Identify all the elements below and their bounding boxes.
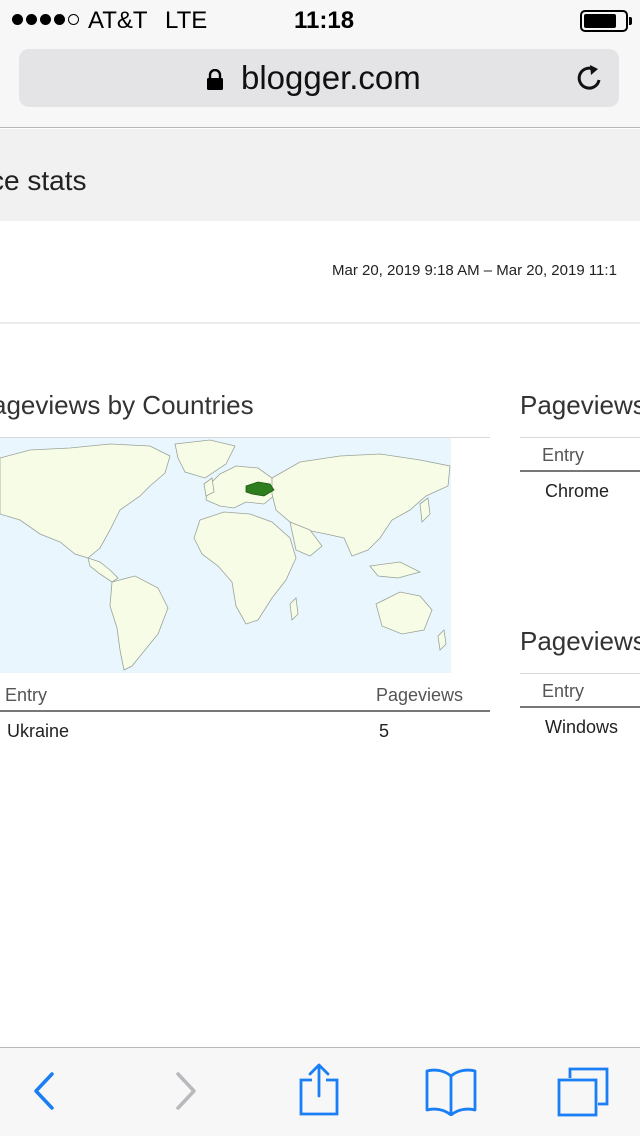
os-title-rule: [520, 673, 640, 674]
tabs-icon[interactable]: [556, 1066, 610, 1118]
back-icon[interactable]: [30, 1068, 60, 1114]
signal-strength-icon: [12, 14, 79, 25]
os-header-rule: [520, 706, 640, 708]
address-field[interactable]: blogger.com: [19, 49, 619, 107]
map-indonesia: [369, 561, 422, 579]
countries-section-title: ageviews by Countries: [0, 390, 254, 420]
world-map-graphic: [0, 439, 451, 671]
map-japan: [419, 497, 431, 523]
browsers-title-rule: [520, 437, 640, 438]
page-title: ce stats: [0, 165, 87, 196]
section-divider: [0, 322, 640, 324]
map-south-america: [109, 575, 169, 671]
battery-icon: [580, 10, 628, 32]
browsers-section-title: Pageviews: [520, 390, 640, 420]
status-bar: AT&T LTE 11:18: [0, 0, 640, 40]
share-icon[interactable]: [298, 1062, 340, 1118]
reload-icon[interactable]: [575, 62, 605, 94]
carrier-label: AT&T: [88, 7, 148, 34]
map-madagascar: [289, 597, 299, 621]
map-new-zealand: [437, 629, 447, 651]
browsers-header-rule: [520, 470, 640, 472]
os-row-entry: Windows: [545, 717, 619, 737]
map-australia: [375, 591, 433, 635]
world-map[interactable]: [0, 438, 451, 673]
browsers-column-entry[interactable]: Entry: [542, 445, 584, 466]
clock: 11:18: [294, 7, 355, 34]
page-header: ce stats: [0, 129, 640, 221]
lock-icon: [207, 69, 223, 90]
address-bar-area: blogger.com: [0, 40, 640, 128]
url-domain: blogger.com: [241, 59, 421, 96]
countries-header-rule: [0, 710, 490, 712]
map-central-america: [87, 557, 119, 583]
network-label: LTE: [165, 7, 208, 34]
browsers-row-entry: Chrome: [545, 481, 610, 501]
battery-tip: [629, 17, 632, 25]
countries-column-pageviews[interactable]: Pageviews: [376, 685, 463, 706]
map-africa: [193, 511, 297, 625]
forward-icon[interactable]: [170, 1068, 200, 1114]
date-range[interactable]: Mar 20, 2019 9:18 AM – Mar 20, 2019 11:1: [332, 262, 617, 279]
countries-column-entry[interactable]: Entry: [5, 685, 47, 706]
browser-toolbar: [0, 1047, 640, 1136]
bookmarks-icon[interactable]: [424, 1066, 478, 1116]
countries-row-entry: Ukraine: [7, 721, 70, 741]
map-north-america: [0, 443, 171, 559]
os-section-title: Pageviews: [520, 626, 640, 656]
os-column-entry[interactable]: Entry: [542, 681, 584, 702]
countries-row-pageviews: 5: [379, 721, 390, 741]
